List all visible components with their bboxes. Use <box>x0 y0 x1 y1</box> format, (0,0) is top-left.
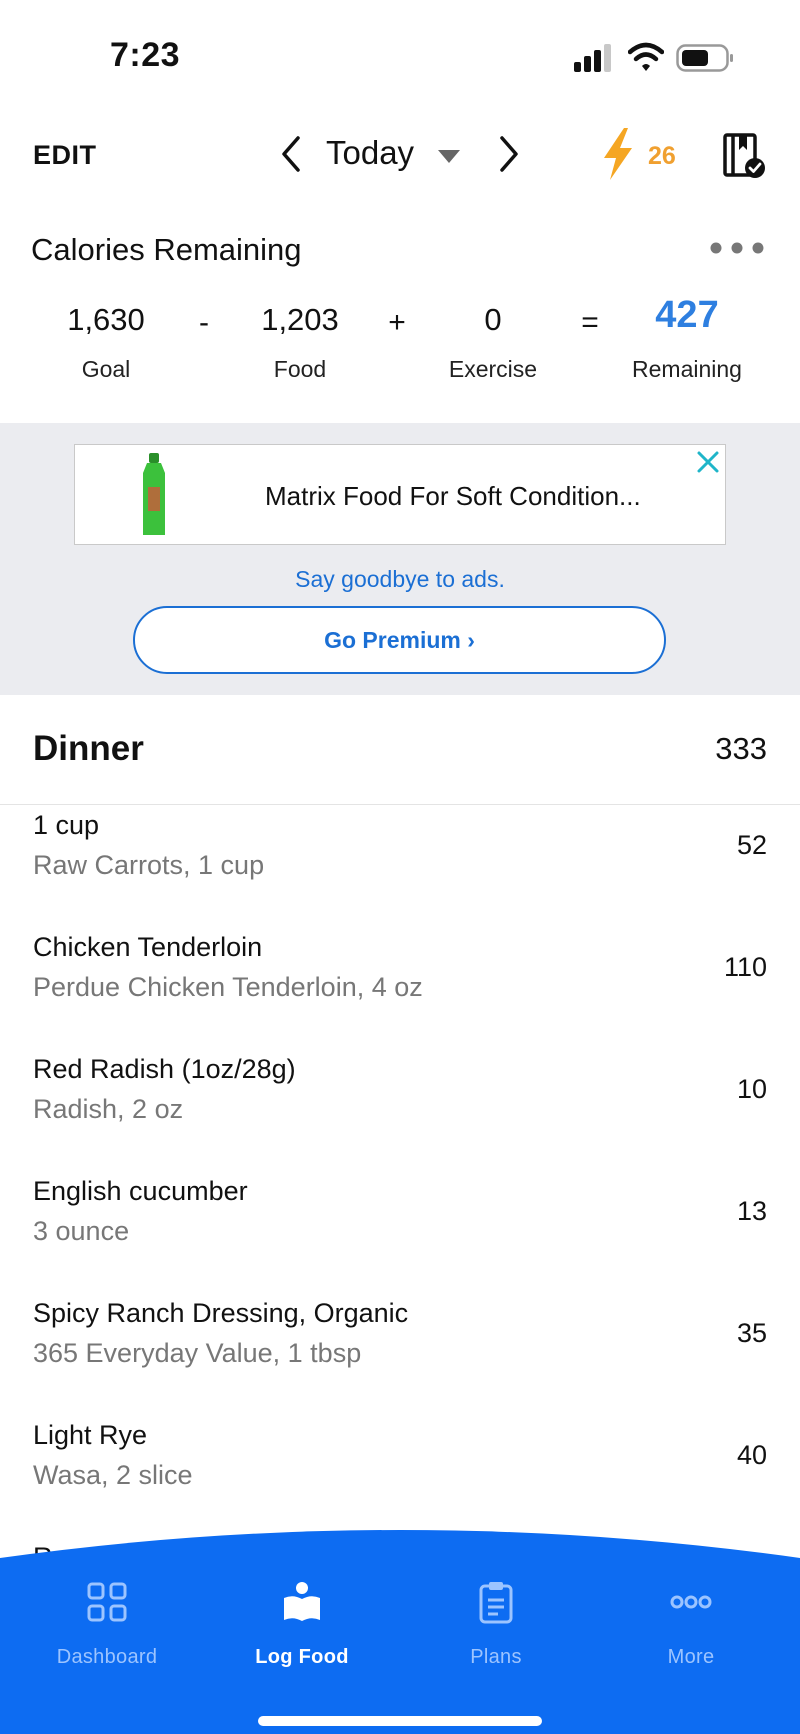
more-dots-icon <box>670 1595 712 1609</box>
caret-down-icon[interactable] <box>438 150 460 164</box>
ad-section: Matrix Food For Soft Condition... Say go… <box>0 423 800 695</box>
ad-banner[interactable]: Matrix Food For Soft Condition... <box>74 444 726 545</box>
food-name: Spicy Ranch Dressing, Organic <box>33 1298 409 1328</box>
food-calories: 52 <box>736 830 767 860</box>
food-name: Chicken Tenderloin <box>33 932 263 962</box>
go-premium-button[interactable]: Go Premium › <box>133 606 666 674</box>
more-options-icon[interactable] <box>708 240 766 256</box>
date-selector[interactable]: Today <box>326 134 414 172</box>
food-item[interactable]: English cucumber 3 ounce 13 <box>0 1172 800 1294</box>
ad-text[interactable]: Matrix Food For Soft Condition... <box>265 481 641 512</box>
nav-more[interactable]: More <box>606 1580 776 1669</box>
calories-title: Calories Remaining <box>31 232 302 267</box>
food-name: Red Radish (1oz/28g) <box>33 1054 296 1084</box>
equals-operator: = <box>581 306 599 339</box>
food-item[interactable]: Spicy Ranch Dressing, Organic 365 Everyd… <box>0 1294 800 1416</box>
home-indicator[interactable] <box>258 1716 542 1726</box>
food-item[interactable]: Red Radish (1oz/28g) Radish, 2 oz 10 <box>0 1050 800 1172</box>
diary-check-icon[interactable] <box>722 132 766 180</box>
exercise-value: 0 <box>484 302 502 337</box>
nav-log-food[interactable]: Log Food <box>217 1580 387 1669</box>
food-calories: 13 <box>736 1196 767 1226</box>
meal-header[interactable]: Dinner 333 <box>0 695 800 805</box>
food-calories: 110 <box>723 952 767 982</box>
food-description: Raw Carrots, 1 cup <box>33 850 265 880</box>
food-calories: 10 <box>736 1074 767 1104</box>
close-icon[interactable] <box>695 449 721 475</box>
exercise-label: Exercise <box>448 356 538 382</box>
chevron-right-icon[interactable] <box>496 134 522 174</box>
food-description: 365 Everyday Value, 1 tbsp <box>33 1338 362 1368</box>
goal-value: 1,630 <box>67 302 145 337</box>
food-description: Radish, 2 oz <box>33 1094 184 1124</box>
food-description: Perdue Chicken Tenderloin, 4 oz <box>33 972 423 1002</box>
remaining-column: 427 Remaining <box>617 294 757 383</box>
bolt-icon <box>604 128 632 180</box>
remaining-value: 427 <box>655 294 719 336</box>
bottom-navigation: Dashboard Log Food Plans More <box>0 1530 800 1734</box>
say-goodbye-link[interactable]: Say goodbye to ads. <box>0 566 800 593</box>
food-calories: 35 <box>736 1318 767 1348</box>
plus-operator: + <box>388 306 406 339</box>
food-value: 1,203 <box>261 302 339 337</box>
goal-label: Goal <box>81 356 131 382</box>
edit-button[interactable]: EDIT <box>33 140 97 171</box>
wifi-icon <box>628 42 664 71</box>
streak-badge[interactable]: 26 <box>600 128 690 184</box>
food-name: 1 cup <box>33 810 100 840</box>
food-description: Wasa, 2 slice <box>33 1460 193 1490</box>
food-description: 3 ounce <box>33 1216 130 1246</box>
nav-label: Plans <box>470 1646 522 1668</box>
status-time: 7:23 <box>110 36 181 74</box>
food-name: Light Rye <box>33 1420 148 1450</box>
shampoo-bottle-icon <box>143 453 165 535</box>
goal-column: 1,630 Goal <box>36 302 176 383</box>
food-name: English cucumber <box>33 1176 248 1206</box>
food-item[interactable]: Light Rye Wasa, 2 slice 40 <box>0 1416 800 1538</box>
battery-icon <box>676 44 733 72</box>
streak-count: 26 <box>648 142 676 170</box>
nav-label: More <box>667 1646 715 1668</box>
nav-dashboard[interactable]: Dashboard <box>22 1580 192 1669</box>
nav-label: Dashboard <box>56 1646 158 1668</box>
food-label: Food <box>273 356 327 382</box>
calories-remaining-card[interactable]: Calories Remaining 1,630 Goal - 1,203 Fo… <box>0 220 800 422</box>
chevron-left-icon[interactable] <box>278 134 304 174</box>
book-icon <box>284 1582 320 1621</box>
food-list: 1 cup Raw Carrots, 1 cup 52 Chicken Tend… <box>0 806 800 1566</box>
meal-total-calories: 333 <box>715 731 767 766</box>
clipboard-icon <box>479 1582 513 1624</box>
minus-operator: - <box>199 306 209 339</box>
nav-label: Log Food <box>255 1646 349 1668</box>
remaining-label: Remaining <box>632 356 742 382</box>
grid-icon <box>87 1582 127 1622</box>
meal-title: Dinner <box>33 729 144 768</box>
cellular-signal-icon <box>574 44 611 72</box>
food-calories: 40 <box>736 1440 767 1470</box>
nav-plans[interactable]: Plans <box>411 1580 581 1669</box>
top-navigation: EDIT Today 26 <box>0 120 800 192</box>
status-bar: 7:23 <box>0 0 800 110</box>
food-column: 1,203 Food <box>230 302 370 383</box>
food-item[interactable]: 1 cup Raw Carrots, 1 cup 52 <box>0 806 800 928</box>
exercise-column: 0 Exercise <box>423 302 563 383</box>
food-item[interactable]: Chicken Tenderloin Perdue Chicken Tender… <box>0 928 800 1050</box>
